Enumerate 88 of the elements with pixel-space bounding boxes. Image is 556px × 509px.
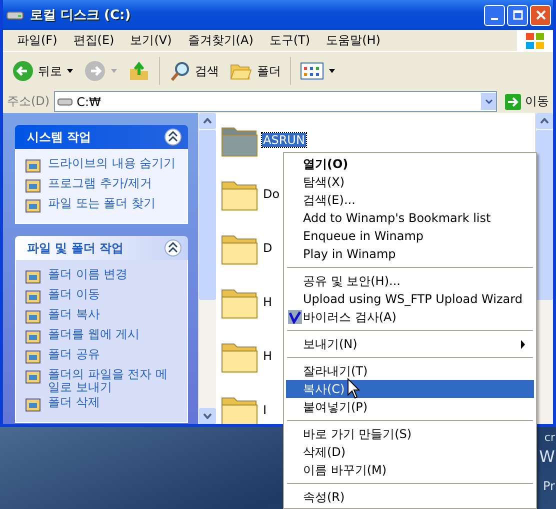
task-icon (24, 197, 42, 215)
search-icon (169, 60, 191, 82)
dropdown-icon (328, 68, 336, 74)
task-link[interactable]: 파일 또는 폴더 찾기 (48, 197, 156, 210)
menu-item[interactable]: 편집(E) (65, 32, 122, 49)
menu-item[interactable]: 즐겨찾기(A) (180, 32, 262, 49)
task-link[interactable]: 프로그램 추가/제거 (48, 177, 152, 190)
context-menu-item[interactable]: 잘라내기(T) (286, 362, 534, 380)
scroll-up-icon (203, 118, 212, 124)
minimize-icon (491, 18, 498, 20)
task-link[interactable]: 폴더 삭제 (48, 396, 100, 409)
folders-button[interactable]: 폴더 (226, 59, 284, 83)
context-menu-item[interactable]: Play in Winamp (286, 245, 534, 263)
close-icon (536, 10, 546, 20)
file-name[interactable]: ASRUN (262, 133, 306, 147)
logo-text: cr (544, 431, 555, 444)
search-button[interactable]: 검색 (166, 58, 222, 84)
scroll-down-icon (203, 413, 212, 419)
address-label: 주소(D) (7, 93, 50, 110)
task-link[interactable]: 드라이브의 내용 숨기기 (48, 157, 176, 170)
task-icon (24, 368, 42, 386)
panel-title: 파일 및 폴더 작업 (27, 240, 124, 256)
file-name[interactable]: I (262, 403, 268, 417)
context-menu-item[interactable]: 보내기(N) (286, 335, 534, 353)
dropdown-icon (484, 98, 492, 104)
dropdown-icon (66, 68, 74, 74)
maximize-button[interactable] (507, 4, 528, 26)
task-link[interactable]: 폴더 이동 (48, 288, 100, 301)
task-icon (24, 308, 42, 326)
context-menu-item[interactable]: 이름 바꾸기(M) (286, 461, 534, 479)
dropdown-icon (110, 68, 118, 74)
task-icon (24, 328, 42, 346)
file-name[interactable]: D (262, 241, 274, 255)
task-link[interactable]: 폴더의 파일을 전자 메일로 보내기 (48, 368, 179, 394)
task-icon (24, 288, 42, 306)
context-menu-item[interactable]: 붙여넣기(P) (286, 398, 534, 416)
scrollbar[interactable] (535, 113, 553, 424)
up-folder-icon (128, 60, 150, 82)
context-menu-item[interactable]: 검색(E)... (286, 191, 534, 209)
task-panel-header[interactable]: 시스템 작업 (15, 125, 188, 149)
scrollbar[interactable] (198, 113, 216, 424)
task-icon (24, 348, 42, 366)
task-icon (24, 396, 42, 414)
context-menu-item[interactable]: 삭제(D) (286, 443, 534, 461)
context-menu-item[interactable]: 탐색(X) (286, 173, 534, 191)
task-panel-header[interactable]: 파일 및 폴더 작업 (15, 236, 188, 260)
context-menu-item[interactable]: 열기(O) (286, 155, 534, 173)
menu-item[interactable]: 보기(V) (122, 32, 180, 49)
collapse-icon[interactable] (164, 239, 182, 257)
minimize-button[interactable] (484, 4, 505, 26)
go-button[interactable]: 이동 (501, 93, 553, 110)
task-link[interactable]: 폴더 공유 (48, 348, 100, 361)
menu-item[interactable]: 도움말(H) (318, 32, 388, 49)
context-menu-item[interactable]: Enqueue in Winamp (286, 227, 534, 245)
task-icon (24, 157, 42, 175)
back-button[interactable]: 뒤로 (9, 58, 77, 84)
file-name[interactable]: H (262, 349, 274, 363)
panel-title: 시스템 작업 (27, 128, 92, 146)
go-arrow-icon (505, 94, 521, 110)
logo-text: W (539, 447, 555, 466)
file-name[interactable]: H (262, 295, 274, 309)
drive-icon (6, 9, 24, 21)
context-menu-item[interactable]: 속성(R) (286, 488, 534, 506)
address-field[interactable]: C:₩ (54, 91, 497, 112)
scroll-up-icon (540, 118, 549, 124)
maximize-icon (512, 10, 522, 20)
context-menu-item[interactable]: 공유 및 보안(H)... (286, 272, 534, 290)
task-icon (24, 177, 42, 195)
mouse-cursor-icon (347, 378, 361, 400)
logo-text: Pr (543, 479, 555, 493)
task-link[interactable]: 폴더를 웹에 게시 (48, 328, 140, 341)
file-name[interactable]: Do (262, 187, 281, 201)
context-menu-item[interactable]: 복사(C) (286, 380, 534, 398)
context-menu-item[interactable]: 바이러스 검사(A) (286, 308, 534, 326)
context-menu-item[interactable]: Upload using WS_FTP Upload Wizard (286, 290, 534, 308)
views-icon (300, 62, 324, 80)
collapse-icon[interactable] (164, 128, 182, 146)
context-menu-item[interactable]: Add to Winamp's Bookmark list (286, 209, 534, 227)
task-icon (24, 268, 42, 286)
menu-item[interactable]: 파일(F) (9, 32, 66, 49)
context-menu-item[interactable]: 바로 가기 만들기(S) (286, 425, 534, 443)
task-link[interactable]: 폴더 이름 변경 (48, 268, 128, 281)
window-title: 로컬 디스크 (C:) (30, 7, 132, 24)
task-link[interactable]: 폴더 복사 (48, 308, 100, 321)
drive-icon (56, 96, 73, 106)
dropdown-button[interactable] (481, 93, 496, 110)
close-button[interactable] (530, 4, 551, 26)
menu-item[interactable]: 도구(T) (261, 32, 318, 49)
